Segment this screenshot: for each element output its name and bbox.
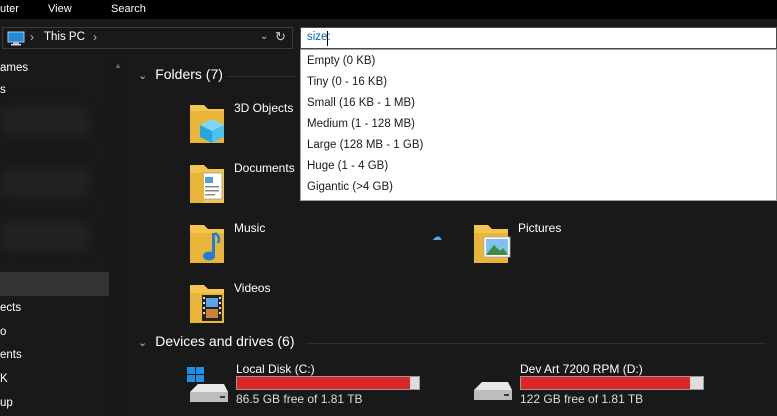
- breadcrumb-separator-trailing[interactable]: ›: [93, 30, 97, 44]
- group-divider: [226, 76, 296, 77]
- size-option-medium[interactable]: Medium (1 - 128 MB): [307, 118, 415, 130]
- nav-item-s[interactable]: s: [0, 84, 6, 96]
- navigation-pane: ames s ects o ents K up: [0, 57, 110, 416]
- nav-blurred-item: [0, 167, 90, 197]
- folder-music[interactable]: Music: [188, 219, 468, 271]
- breadcrumb-this-pc[interactable]: This PC: [44, 31, 85, 43]
- tab-search[interactable]: Search: [111, 3, 146, 15]
- drives-group-title: Devices and drives (6): [155, 333, 295, 349]
- nav-item-documents[interactable]: ents: [0, 349, 22, 361]
- search-input[interactable]: size:: [300, 27, 777, 49]
- chevron-down-icon[interactable]: ⌄: [138, 70, 147, 82]
- address-dropdown-icon[interactable]: ⌄: [260, 31, 268, 42]
- refresh-icon[interactable]: ↻: [275, 29, 286, 45]
- nav-item-up[interactable]: up: [0, 397, 13, 409]
- folder-name: 3D Objects: [234, 101, 294, 115]
- size-option-empty[interactable]: Empty (0 KB): [307, 55, 375, 67]
- drive-d[interactable]: Dev Art 7200 RPM (D:) 122 GB free of 1.8…: [470, 362, 750, 414]
- 3d-objects-folder-icon: [190, 105, 224, 143]
- drive-c[interactable]: Local Disk (C:) 86.5 GB free of 1.81 TB: [186, 362, 466, 414]
- folder-name: Music: [234, 221, 266, 235]
- drive-name: Local Disk (C:): [236, 362, 315, 376]
- windows-drive-icon: [187, 367, 228, 402]
- size-filter-dropdown: Empty (0 KB) Tiny (0 - 16 KB) Small (16 …: [300, 49, 777, 201]
- drive-usage-fill: [521, 377, 691, 389]
- size-option-small[interactable]: Small (16 KB - 1 MB): [307, 97, 415, 109]
- folder-name: Videos: [234, 281, 271, 295]
- group-header-folders[interactable]: ⌄ Folders (7): [138, 66, 223, 82]
- nav-blurred-item: [0, 107, 90, 137]
- music-folder-icon: [190, 225, 224, 263]
- nav-item-objects[interactable]: ects: [0, 302, 21, 314]
- videos-folder-icon: [190, 285, 224, 323]
- drive-usage-fill: [237, 377, 410, 389]
- chevron-down-icon[interactable]: ⌄: [138, 337, 147, 349]
- drive-free-space: 86.5 GB free of 1.81 TB: [236, 392, 363, 406]
- nav-item-names[interactable]: ames: [0, 62, 28, 74]
- documents-folder-icon: [190, 165, 224, 203]
- group-divider: [306, 343, 766, 344]
- tab-computer[interactable]: uter: [0, 3, 19, 15]
- size-option-tiny[interactable]: Tiny (0 - 16 KB): [307, 76, 387, 88]
- nav-selected-item[interactable]: [0, 272, 109, 296]
- this-pc-icon: [7, 31, 25, 49]
- nav-item-k[interactable]: K: [0, 373, 8, 385]
- folder-videos[interactable]: Videos: [188, 279, 468, 331]
- folders-group-title: Folders (7): [155, 66, 223, 82]
- text-caret: [327, 31, 328, 46]
- folder-name: Pictures: [518, 221, 562, 235]
- folder-pictures[interactable]: Pictures: [472, 219, 752, 271]
- nav-blurred-item: [0, 222, 90, 252]
- folder-name: Documents: [234, 161, 295, 175]
- nav-item-o[interactable]: o: [0, 326, 6, 338]
- pictures-folder-icon: [474, 225, 511, 263]
- size-option-huge[interactable]: Huge (1 - 4 GB): [307, 160, 388, 172]
- group-header-drives[interactable]: ⌄ Devices and drives (6): [138, 333, 295, 349]
- drive-free-space: 122 GB free of 1.81 TB: [520, 392, 644, 406]
- size-option-gigantic[interactable]: Gigantic (>4 GB): [307, 181, 393, 193]
- cloud-icon: ☁: [432, 232, 442, 243]
- drive-usage-bar: [236, 376, 420, 390]
- drive-name: Dev Art 7200 RPM (D:): [520, 362, 643, 376]
- breadcrumb-separator: ›: [30, 30, 34, 44]
- drive-usage-bar: [520, 376, 704, 390]
- hard-drive-icon: [474, 382, 512, 400]
- tab-view[interactable]: View: [48, 3, 72, 15]
- address-bar[interactable]: › This PC › ⌄ ↻: [2, 27, 293, 49]
- scroll-up-icon[interactable]: ▲: [114, 61, 122, 70]
- nav-scrollbar[interactable]: ▲: [110, 57, 126, 416]
- size-option-large[interactable]: Large (128 MB - 1 GB): [307, 139, 423, 151]
- ribbon-tabs: uter View Search: [0, 0, 777, 19]
